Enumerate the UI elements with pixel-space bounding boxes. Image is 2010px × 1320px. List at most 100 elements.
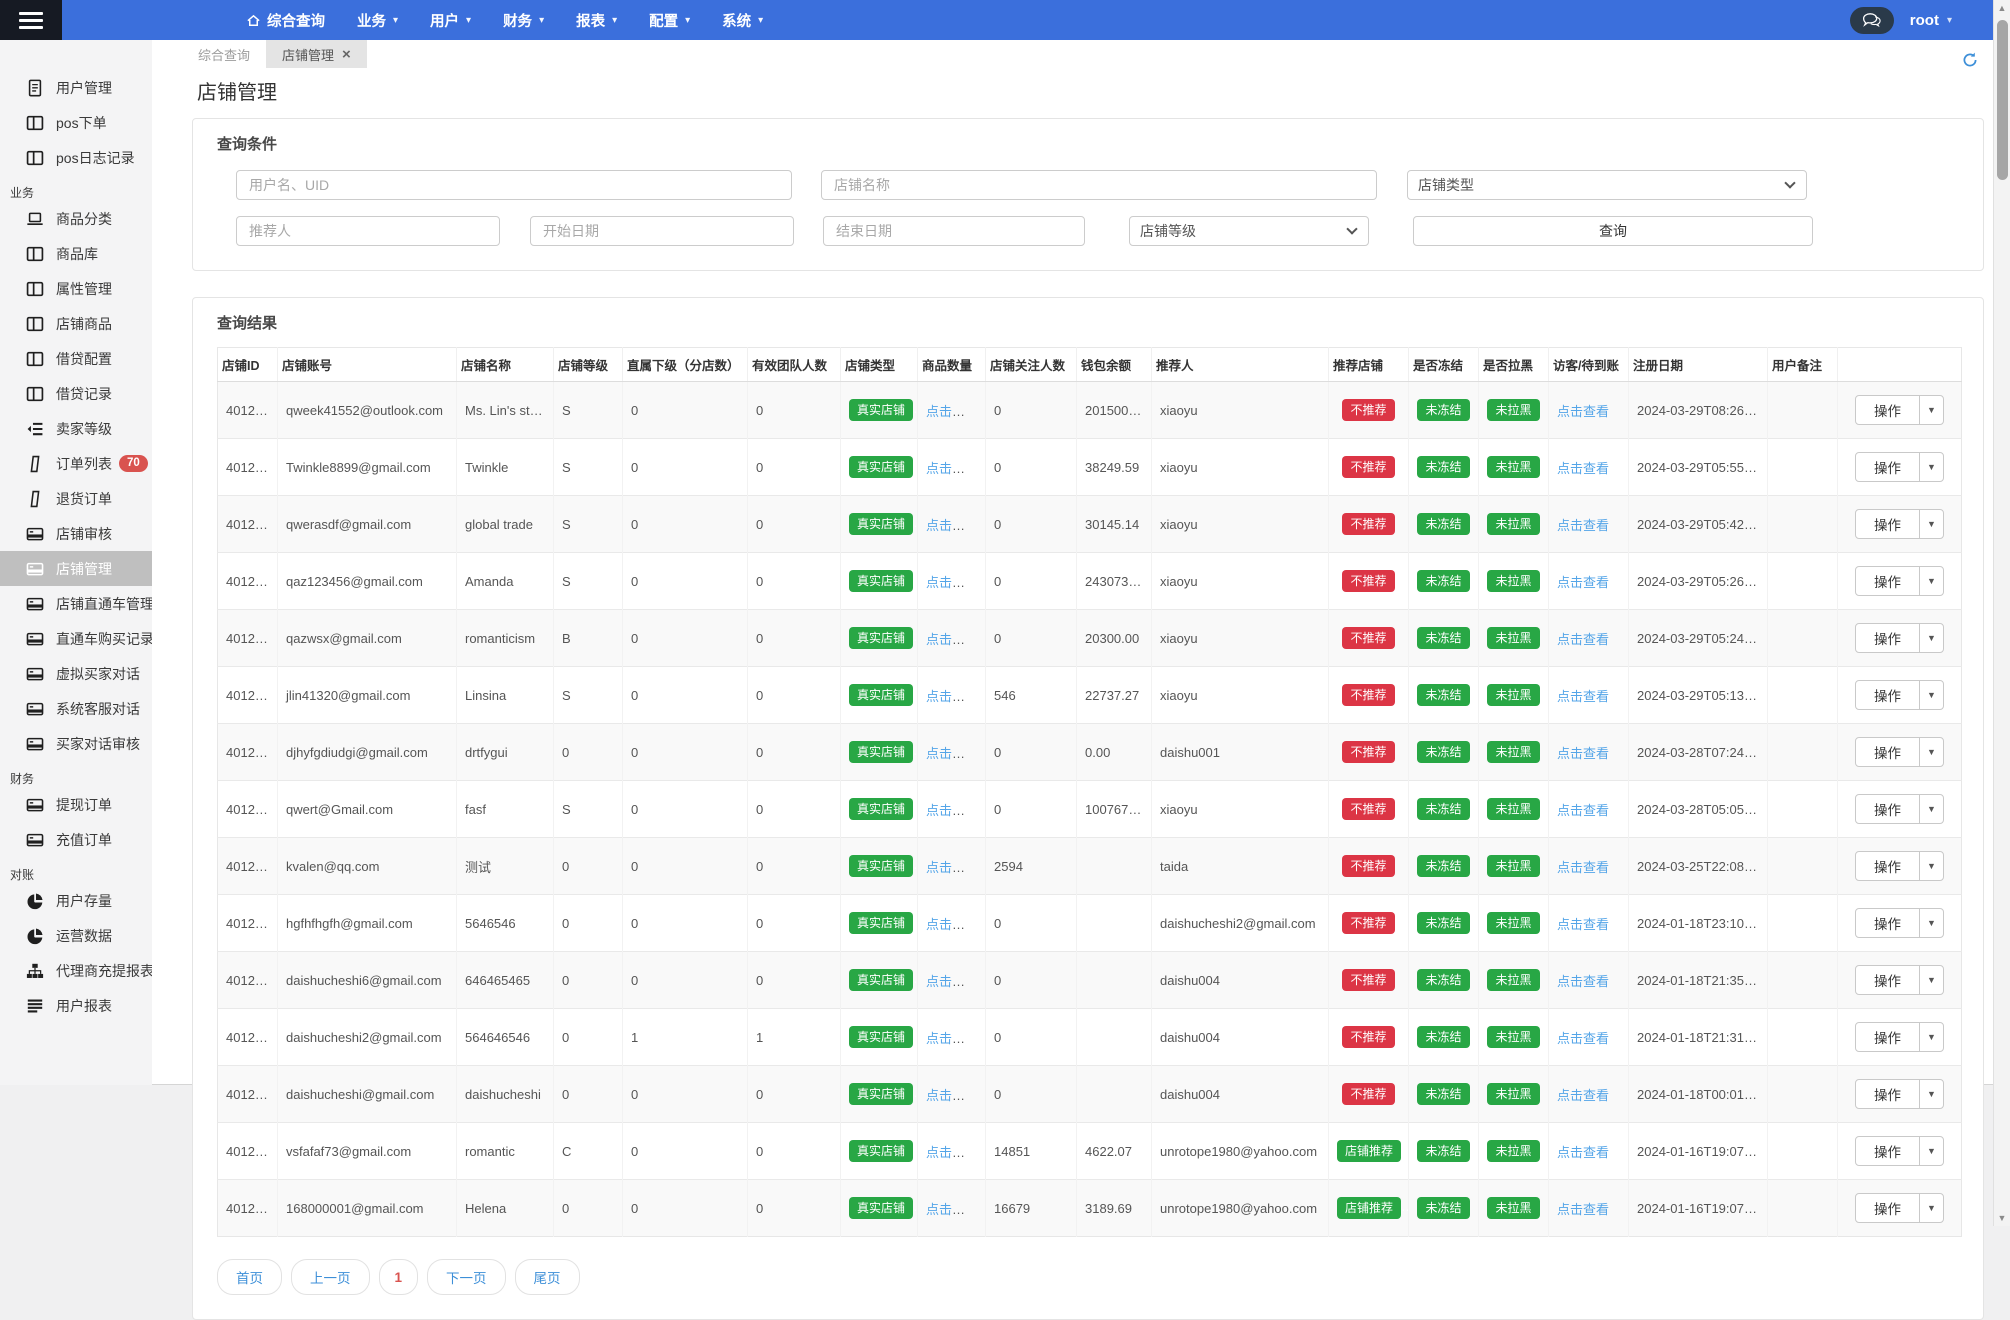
chevron-down-icon[interactable]: ▼ xyxy=(1919,681,1943,709)
action-button[interactable]: 操作 ▼ xyxy=(1855,395,1944,425)
goods-count-link[interactable]: 点击查看 xyxy=(926,1031,978,1046)
goods-count-link[interactable]: 点击查看 xyxy=(926,404,978,419)
shop-name-input[interactable] xyxy=(821,170,1377,200)
chevron-down-icon[interactable]: ▼ xyxy=(1919,510,1943,538)
shop-type-select[interactable]: 店铺类型 xyxy=(1407,170,1807,200)
action-button[interactable]: 操作 ▼ xyxy=(1855,851,1944,881)
chevron-down-icon[interactable]: ▼ xyxy=(1919,852,1943,880)
goods-count-link[interactable]: 点击查看 xyxy=(926,860,978,875)
chevron-down-icon[interactable]: ▼ xyxy=(1919,1137,1943,1165)
sidebar-item[interactable]: 店铺直通车管理 xyxy=(0,586,152,621)
chevron-down-icon[interactable]: ▼ xyxy=(1919,567,1943,595)
username-input[interactable] xyxy=(236,170,792,200)
visitors-link[interactable]: 点击查看 xyxy=(1557,1088,1609,1103)
sidebar-item[interactable]: 店铺管理 xyxy=(0,551,152,586)
action-button[interactable]: 操作 ▼ xyxy=(1855,509,1944,539)
action-button[interactable]: 操作 ▼ xyxy=(1855,794,1944,824)
goods-count-link[interactable]: 点击查看 xyxy=(926,1088,978,1103)
referrer-input[interactable] xyxy=(236,216,500,246)
goods-count-link[interactable]: 点击查看 xyxy=(926,746,978,761)
visitors-link[interactable]: 点击查看 xyxy=(1557,689,1609,704)
sidebar-item[interactable]: pos日志记录 xyxy=(0,140,152,175)
visitors-link[interactable]: 点击查看 xyxy=(1557,461,1609,476)
chevron-down-icon[interactable]: ▼ xyxy=(1919,795,1943,823)
visitors-link[interactable]: 点击查看 xyxy=(1557,575,1609,590)
visitors-link[interactable]: 点击查看 xyxy=(1557,1031,1609,1046)
chevron-down-icon[interactable]: ▼ xyxy=(1919,909,1943,937)
chevron-down-icon[interactable]: ▼ xyxy=(1919,1194,1943,1222)
visitors-link[interactable]: 点击查看 xyxy=(1557,860,1609,875)
chevron-down-icon[interactable]: ▼ xyxy=(1919,624,1943,652)
goods-count-link[interactable]: 点击查看 xyxy=(926,575,978,590)
refresh-button[interactable] xyxy=(1961,52,1979,70)
goods-count-link[interactable]: 点击查看 xyxy=(926,917,978,932)
hamburger-button[interactable] xyxy=(0,0,62,40)
end-date-input[interactable] xyxy=(823,216,1085,246)
sidebar-item[interactable]: 卖家等级 xyxy=(0,411,152,446)
scroll-down-arrow[interactable]: ▼ xyxy=(1994,1213,2010,1223)
chevron-down-icon[interactable]: ▼ xyxy=(1919,453,1943,481)
shop-level-select[interactable]: 店铺等级 xyxy=(1129,216,1369,246)
nav-menu-item[interactable]: 业务 ▾ xyxy=(341,0,414,40)
action-button[interactable]: 操作 ▼ xyxy=(1855,452,1944,482)
scrollbar-thumb[interactable] xyxy=(1997,20,2008,180)
visitors-link[interactable]: 点击查看 xyxy=(1557,404,1609,419)
visitors-link[interactable]: 点击查看 xyxy=(1557,1145,1609,1160)
sidebar-item[interactable]: 属性管理 xyxy=(0,271,152,306)
sidebar-item[interactable]: 商品分类 xyxy=(0,201,152,236)
user-menu[interactable]: root ▾ xyxy=(1910,12,1952,29)
nav-menu-item[interactable]: 系统 ▾ xyxy=(706,0,779,40)
sidebar-item[interactable]: 借贷配置 xyxy=(0,341,152,376)
action-button[interactable]: 操作 ▼ xyxy=(1855,1022,1944,1052)
sidebar-item[interactable]: 用户存量 xyxy=(0,883,152,918)
action-button[interactable]: 操作 ▼ xyxy=(1855,680,1944,710)
goods-count-link[interactable]: 点击查看 xyxy=(926,518,978,533)
chat-button[interactable] xyxy=(1849,6,1894,34)
sidebar-item[interactable]: 买家对话审核 xyxy=(0,726,152,761)
sidebar-item[interactable]: 充值订单 xyxy=(0,822,152,857)
action-button[interactable]: 操作 ▼ xyxy=(1855,965,1944,995)
pagination-current-page[interactable]: 1 xyxy=(378,1259,419,1295)
visitors-link[interactable]: 点击查看 xyxy=(1557,1202,1609,1217)
chevron-down-icon[interactable]: ▼ xyxy=(1919,1023,1943,1051)
sidebar-item[interactable]: 借贷记录 xyxy=(0,376,152,411)
nav-menu-item[interactable]: 用户 ▾ xyxy=(414,0,487,40)
visitors-link[interactable]: 点击查看 xyxy=(1557,632,1609,647)
action-button[interactable]: 操作 ▼ xyxy=(1855,908,1944,938)
action-button[interactable]: 操作 ▼ xyxy=(1855,737,1944,767)
goods-count-link[interactable]: 点击查看 xyxy=(926,689,978,704)
tab[interactable]: 店铺管理 × xyxy=(266,40,367,68)
visitors-link[interactable]: 点击查看 xyxy=(1557,518,1609,533)
sidebar-item[interactable]: pos下单 xyxy=(0,105,152,140)
goods-count-link[interactable]: 点击查看 xyxy=(926,974,978,989)
chevron-down-icon[interactable]: ▼ xyxy=(1919,738,1943,766)
sidebar-item[interactable]: 虚拟买家对话 xyxy=(0,656,152,691)
search-button[interactable]: 查询 xyxy=(1413,216,1813,246)
pagination-button[interactable]: 首页 xyxy=(217,1259,282,1295)
scroll-up-arrow[interactable]: ▲ xyxy=(1994,3,2010,13)
goods-count-link[interactable]: 点击查看 xyxy=(926,632,978,647)
goods-count-link[interactable]: 点击查看 xyxy=(926,461,978,476)
nav-menu-item[interactable]: 报表 ▾ xyxy=(560,0,633,40)
goods-count-link[interactable]: 点击查看 xyxy=(926,1145,978,1160)
sidebar-item[interactable]: 用户管理 xyxy=(0,70,152,105)
pagination-button[interactable]: 上一页 xyxy=(291,1259,370,1295)
sidebar-item[interactable]: 商品库 xyxy=(0,236,152,271)
action-button[interactable]: 操作 ▼ xyxy=(1855,1136,1944,1166)
chevron-down-icon[interactable]: ▼ xyxy=(1919,1080,1943,1108)
goods-count-link[interactable]: 点击查看 xyxy=(926,1202,978,1217)
sidebar-item[interactable]: 直通车购买记录 xyxy=(0,621,152,656)
pagination-button[interactable]: 下一页 xyxy=(427,1259,506,1295)
sidebar-item[interactable]: 订单列表 70 xyxy=(0,446,152,481)
sidebar-item[interactable]: 代理商充提报表 xyxy=(0,953,152,988)
sidebar-item[interactable]: 提现订单 xyxy=(0,787,152,822)
pagination-button[interactable]: 尾页 xyxy=(514,1259,580,1295)
nav-menu-item[interactable]: 配置 ▾ xyxy=(633,0,706,40)
chevron-down-icon[interactable]: ▼ xyxy=(1919,966,1943,994)
vertical-scrollbar[interactable]: ▲ ▼ xyxy=(1993,0,2010,1226)
visitors-link[interactable]: 点击查看 xyxy=(1557,974,1609,989)
visitors-link[interactable]: 点击查看 xyxy=(1557,917,1609,932)
visitors-link[interactable]: 点击查看 xyxy=(1557,746,1609,761)
sidebar-item[interactable]: 用户报表 xyxy=(0,988,152,1023)
visitors-link[interactable]: 点击查看 xyxy=(1557,803,1609,818)
